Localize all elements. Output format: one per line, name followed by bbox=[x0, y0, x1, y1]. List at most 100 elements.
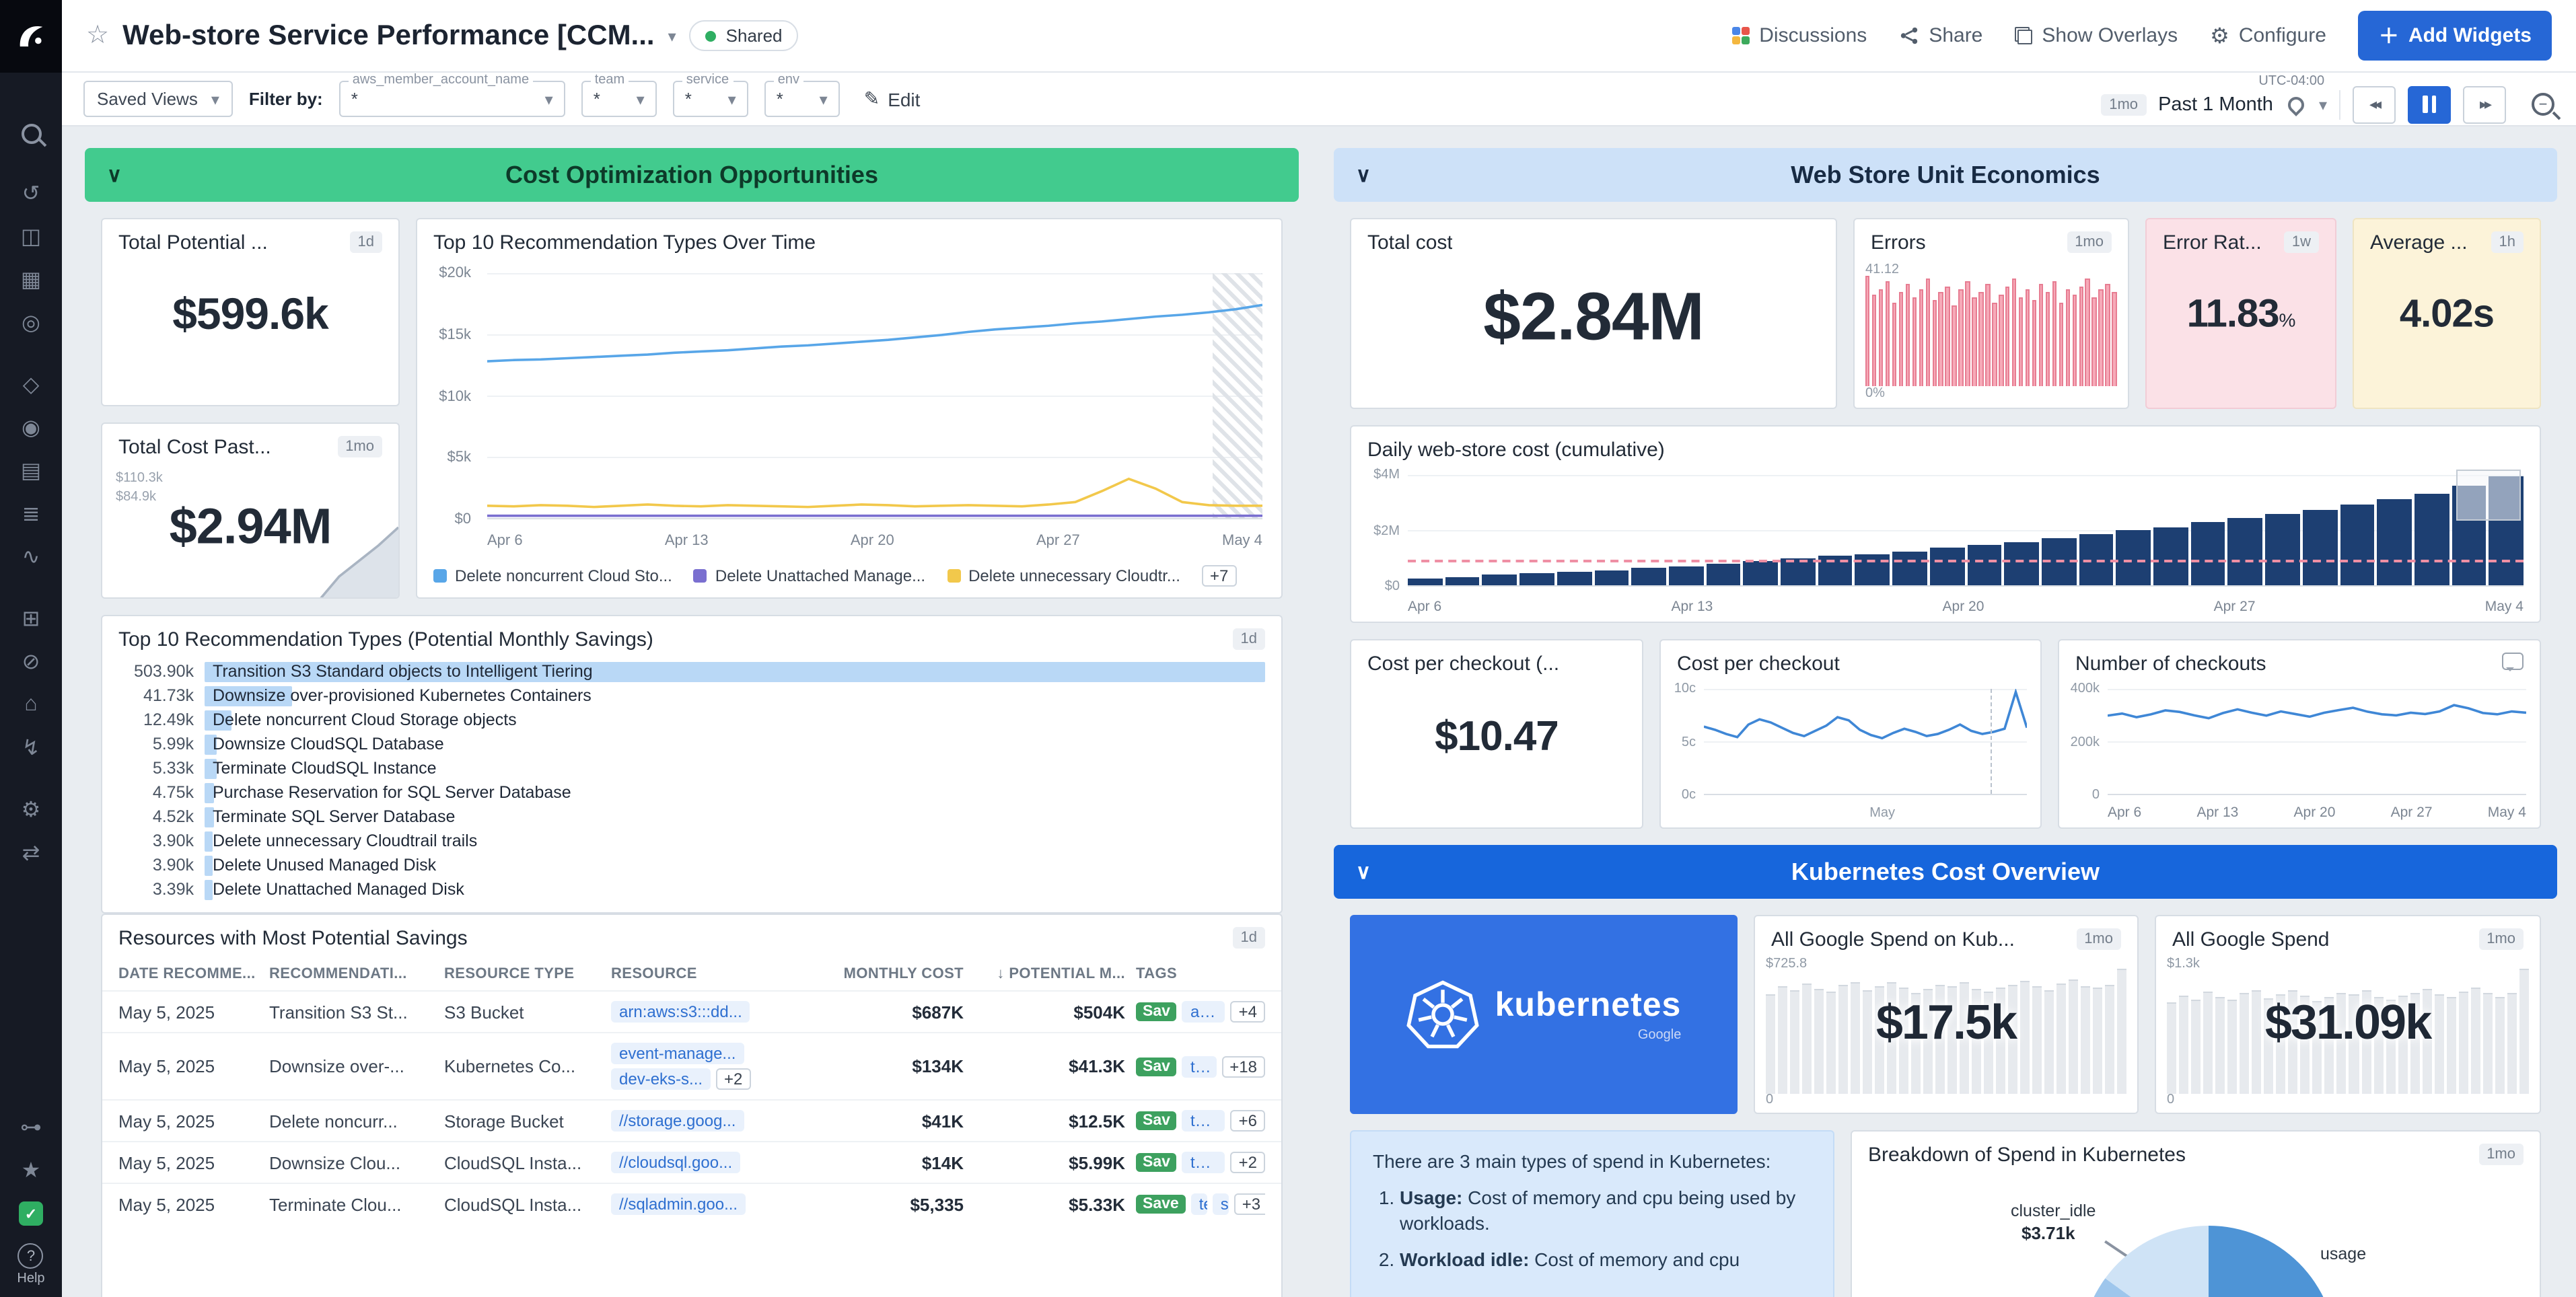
add-widgets-button[interactable]: ＋ Add Widgets bbox=[2359, 11, 2552, 61]
pause-button[interactable] bbox=[2408, 85, 2451, 123]
tag-chip[interactable]: account:d... bbox=[1182, 1001, 1225, 1023]
filter-env[interactable]: env * ▾ bbox=[764, 81, 840, 117]
more-tags-badge[interactable]: +18 bbox=[1221, 1055, 1265, 1077]
bar-row[interactable]: 3.39kDelete Unattached Managed Disk bbox=[118, 877, 1265, 901]
assistant-icon[interactable]: ★ bbox=[0, 1149, 62, 1192]
filter-bar: Saved Views ▾ Filter by: aws_member_acco… bbox=[62, 73, 2576, 126]
bar-row[interactable]: 41.73kDownsize over-provisioned Kubernet… bbox=[118, 683, 1265, 708]
tag-chip[interactable]: team:ads bbox=[1182, 1055, 1216, 1077]
spend-pie-chart[interactable] bbox=[2081, 1226, 2336, 1297]
line-chart[interactable] bbox=[1704, 689, 2027, 795]
configure-button[interactable]: ⚙ Configure bbox=[2210, 22, 2326, 49]
legend-more-badge[interactable]: +7 bbox=[1202, 565, 1236, 587]
tag-chip[interactable]: team:anal... bbox=[1182, 1110, 1225, 1132]
time-range-selector[interactable]: Past 1 Month bbox=[2158, 94, 2273, 115]
pin-icon[interactable] bbox=[2285, 93, 2307, 116]
logs-icon[interactable]: ≣ bbox=[0, 492, 62, 535]
filter-service[interactable]: service * ▾ bbox=[673, 81, 748, 117]
settings-icon[interactable]: ⚙ bbox=[0, 788, 62, 831]
resource-link[interactable]: dev-eks-s... bbox=[611, 1068, 711, 1090]
bar-row[interactable]: 4.75kPurchase Reservation for SQL Server… bbox=[118, 780, 1265, 805]
more-tags-badge[interactable]: +2 bbox=[1231, 1152, 1265, 1173]
filter-aws-member-account-name[interactable]: aws_member_account_name * ▾ bbox=[339, 81, 565, 117]
resource-link[interactable]: arn:aws:s3:::dd... bbox=[611, 1001, 750, 1023]
tag-chip[interactable]: s... bbox=[1213, 1193, 1229, 1215]
col-resource[interactable]: RESOURCE bbox=[611, 966, 816, 982]
legend-item[interactable]: Delete noncurrent Cloud Sto... bbox=[433, 566, 672, 585]
explore-icon[interactable]: ◇ bbox=[0, 363, 62, 406]
tag-chip[interactable]: team:web bbox=[1191, 1193, 1207, 1215]
infrastructure-icon[interactable]: ▤ bbox=[0, 449, 62, 492]
dashboards-icon[interactable]: ▦ bbox=[0, 258, 62, 301]
shared-label: Shared bbox=[726, 26, 783, 46]
search-icon[interactable] bbox=[21, 113, 41, 153]
security-icon[interactable]: ⊘ bbox=[0, 640, 62, 683]
col-date[interactable]: DATE RECOMME... bbox=[118, 966, 258, 982]
monitors-icon[interactable]: ◎ bbox=[0, 301, 62, 344]
events-icon[interactable]: ↯ bbox=[0, 727, 62, 770]
edit-button[interactable]: ✎ Edit bbox=[864, 87, 921, 110]
integrations-icon[interactable]: ⊞ bbox=[0, 597, 62, 640]
bar-row[interactable]: 12.49kDelete noncurrent Cloud Storage ob… bbox=[118, 708, 1265, 732]
savings-tag[interactable]: Sav bbox=[1136, 1002, 1177, 1021]
show-overlays-button[interactable]: Show Overlays bbox=[2015, 24, 2178, 47]
col-resource-type[interactable]: RESOURCE TYPE bbox=[444, 966, 600, 982]
app-logo[interactable] bbox=[0, 0, 62, 73]
col-potential[interactable]: ↓ POTENTIAL M... bbox=[974, 966, 1125, 982]
resource-link[interactable]: event-manage... bbox=[611, 1043, 744, 1064]
timeframe-badge: 1mo bbox=[2478, 928, 2524, 950]
line-chart[interactable] bbox=[487, 273, 1262, 519]
savings-tag[interactable]: Save bbox=[1136, 1195, 1186, 1214]
legend-item[interactable]: Delete Unattached Manage... bbox=[694, 566, 925, 585]
legend-item[interactable]: Delete unnecessary Cloudtr... bbox=[947, 566, 1180, 585]
services-icon[interactable]: ◉ bbox=[0, 406, 62, 449]
bar-row[interactable]: 4.52kTerminate SQL Server Database bbox=[118, 805, 1265, 829]
resource-link[interactable]: //sqladmin.goo... bbox=[611, 1193, 746, 1215]
daily-cost-bar-chart[interactable] bbox=[1408, 475, 2524, 587]
shared-badge[interactable]: Shared bbox=[690, 20, 799, 51]
zoom-out-icon[interactable]: − bbox=[2532, 93, 2554, 116]
skip-back-button[interactable]: ◂◂ bbox=[2353, 85, 2396, 123]
environments-icon[interactable]: ✓ bbox=[0, 1192, 62, 1235]
plugins-icon[interactable]: ⊶ bbox=[0, 1106, 62, 1149]
errors-bar-chart[interactable] bbox=[1865, 276, 2117, 386]
more-tags-badge[interactable]: +3 bbox=[1234, 1193, 1265, 1215]
share-label: Share bbox=[1929, 24, 1982, 47]
resource-link[interactable]: //cloudsql.goo... bbox=[611, 1152, 740, 1173]
savings-tag[interactable]: Sav bbox=[1136, 1111, 1177, 1130]
more-tags-badge[interactable]: +6 bbox=[1231, 1110, 1265, 1132]
col-recommendation[interactable]: RECOMMENDATI... bbox=[269, 966, 433, 982]
filter-team[interactable]: team * ▾ bbox=[581, 81, 657, 117]
bar-row[interactable]: 3.90kDelete Unused Managed Disk bbox=[118, 853, 1265, 877]
bar-row[interactable]: 5.33kTerminate CloudSQL Instance bbox=[118, 756, 1265, 780]
traces-icon[interactable]: ∿ bbox=[0, 535, 62, 579]
line-chart[interactable] bbox=[2108, 689, 2526, 795]
metrics-icon[interactable]: ◫ bbox=[0, 215, 62, 258]
collapse-section-icon[interactable]: ∨ bbox=[85, 163, 144, 187]
help-button[interactable]: ? Help bbox=[17, 1243, 44, 1286]
more-tags-badge[interactable]: +4 bbox=[1231, 1001, 1265, 1023]
resource-link[interactable]: //storage.goog... bbox=[611, 1110, 744, 1132]
title-chevron-icon[interactable]: ▾ bbox=[668, 26, 676, 45]
col-monthly-cost[interactable]: MONTHLY COST bbox=[826, 966, 964, 982]
comment-icon[interactable] bbox=[2502, 653, 2524, 670]
bar-row[interactable]: 3.90kDelete unnecessary Cloudtrail trail… bbox=[118, 829, 1265, 853]
skip-forward-button[interactable]: ▸▸ bbox=[2463, 85, 2506, 123]
share-button[interactable]: Share bbox=[1899, 24, 1982, 47]
bar-row[interactable]: 503.90kTransition S3 Standard objects to… bbox=[118, 659, 1265, 683]
hosts-icon[interactable]: ⌂ bbox=[0, 683, 62, 727]
favorite-star-icon[interactable]: ☆ bbox=[86, 20, 109, 51]
bar-row[interactable]: 5.99kDownsize CloudSQL Database bbox=[118, 732, 1265, 756]
savings-tag[interactable]: Sav bbox=[1136, 1057, 1177, 1076]
tag-chip[interactable]: team:platf... bbox=[1182, 1152, 1225, 1173]
discussions-button[interactable]: Discussions bbox=[1731, 24, 1867, 47]
saved-views-dropdown[interactable]: Saved Views ▾ bbox=[83, 81, 233, 117]
savings-tag[interactable]: Sav bbox=[1136, 1153, 1177, 1172]
pipelines-icon[interactable]: ⇄ bbox=[0, 831, 62, 875]
chevron-down-icon[interactable]: ▾ bbox=[2319, 95, 2327, 114]
history-icon[interactable]: ↺ bbox=[0, 172, 62, 215]
collapse-section-icon[interactable]: ∨ bbox=[1334, 860, 1393, 884]
col-tags[interactable]: TAGS bbox=[1136, 966, 1265, 982]
more-resources-badge[interactable]: +2 bbox=[716, 1068, 750, 1090]
collapse-section-icon[interactable]: ∨ bbox=[1334, 163, 1393, 187]
